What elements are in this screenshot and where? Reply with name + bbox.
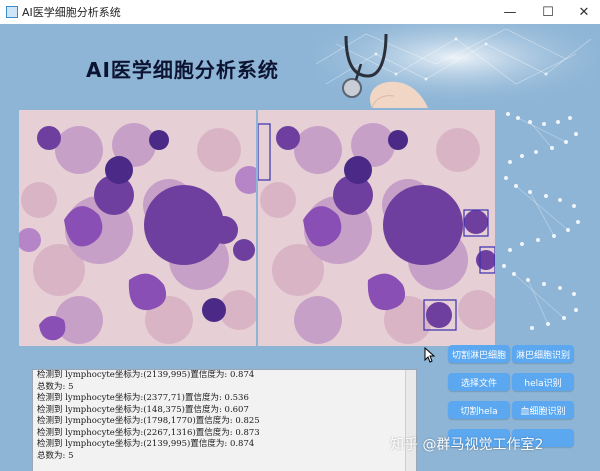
dna-helix-image (502, 112, 580, 330)
cut-lymphocyte-button[interactable]: 切割淋巴细胞 (448, 345, 510, 363)
log-line: 检测到 lymphocyte坐标为:(2267,1316)置信度为: 0.873 (37, 427, 260, 438)
main-window: AI医学细胞分析系统 检测到 lymphocyte坐标为:(2139,995)置… (0, 24, 600, 471)
log-line: 总数为: 5 (37, 381, 74, 392)
page-title: AI医学细胞分析系统 (86, 58, 279, 82)
maximize-button[interactable]: ☐ (530, 0, 566, 24)
cut-hela-button[interactable]: 切割hela (448, 401, 510, 419)
minimize-button[interactable]: — (492, 0, 528, 24)
log-scrollbar[interactable] (405, 370, 416, 471)
identify-lymphocyte-button[interactable]: 淋巴细胞识别 (512, 345, 574, 363)
window-title: AI医学细胞分析系统 (22, 6, 121, 19)
log-line: 检测到 lymphocyte坐标为:(2377,71)置信度为: 0.536 (37, 393, 249, 403)
identify-hela-button[interactable]: hela识别 (512, 373, 574, 391)
stethoscope-hand-image (316, 24, 596, 108)
log-line: 检测到 lymphocyte坐标为:(2139,995)置信度为: 0.874 (37, 439, 255, 449)
mouse-cursor-icon (424, 347, 436, 363)
log-line: 总数为: 5 (37, 450, 74, 461)
detection-log[interactable]: 检测到 lymphocyte坐标为:(2139,995)置信度为: 0.874 … (32, 369, 417, 471)
log-line: 检测到 lymphocyte坐标为:(1798,1770)置信度为: 0.825 (37, 416, 260, 426)
close-button[interactable]: ✕ (566, 0, 600, 24)
app-icon (6, 6, 18, 18)
original-cell-image (19, 110, 256, 346)
log-line: 检测到 lymphocyte坐标为:(148,375)置信度为: 0.607 (37, 404, 249, 415)
log-line: 检测到 lymphocyte坐标为:(2139,995)置信度为: 0.874 (37, 370, 255, 380)
select-file-button[interactable]: 选择文件 (448, 373, 510, 391)
identify-blood-cell-button[interactable]: 血细胞识别 (512, 401, 574, 419)
detection-result-image (258, 110, 495, 346)
watermark: 知乎 @群马视觉工作室2 (390, 437, 544, 453)
window-titlebar: AI医学细胞分析系统 — ☐ ✕ (0, 0, 600, 25)
